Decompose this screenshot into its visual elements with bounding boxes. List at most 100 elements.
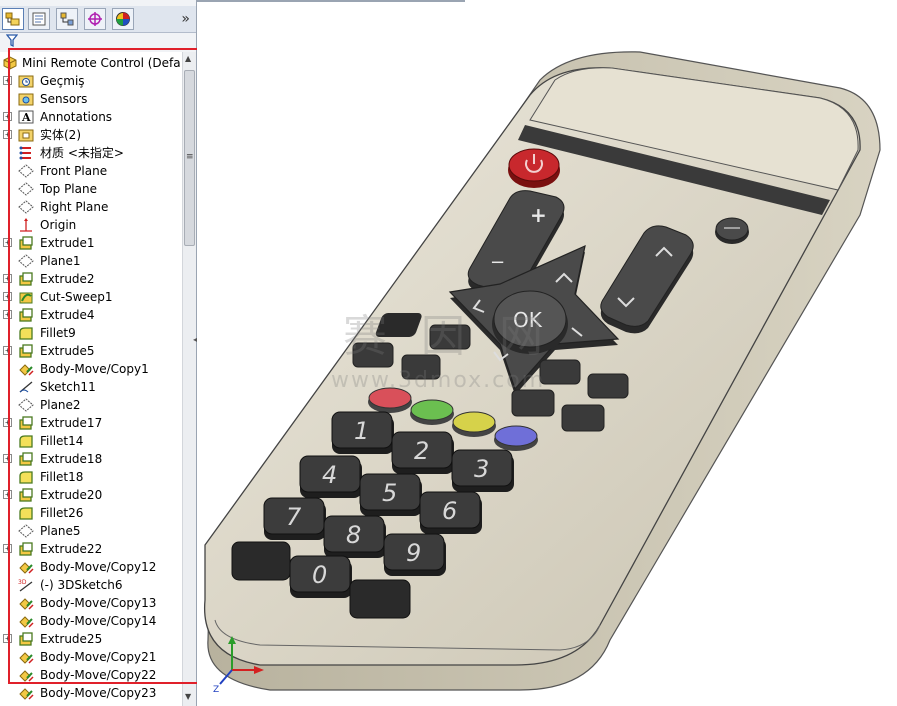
- tree-root-part[interactable]: Mini Remote Control (Defa: [0, 54, 182, 72]
- tree-item[interactable]: Fillet18: [0, 468, 182, 486]
- tree-item[interactable]: + Extrude20: [0, 486, 182, 504]
- tree-item[interactable]: Body-Move/Copy1: [0, 360, 182, 378]
- tree-item[interactable]: + Cut-Sweep1: [0, 288, 182, 306]
- svg-text:3D: 3D: [18, 579, 27, 586]
- tree-item[interactable]: 3D (-) 3DSketch6: [0, 576, 182, 594]
- tree-item[interactable]: Right Plane: [0, 198, 182, 216]
- expand-toggle-icon[interactable]: +: [3, 130, 12, 139]
- tree-item-label: Fillet9: [40, 326, 76, 340]
- mute-button[interactable]: [715, 217, 749, 244]
- expand-toggle-icon[interactable]: +: [3, 418, 12, 427]
- number-key[interactable]: 4: [299, 455, 362, 498]
- tree-item[interactable]: + 实体(2): [0, 126, 182, 144]
- number-key[interactable]: 1: [331, 411, 394, 454]
- extrude-icon: [19, 632, 33, 646]
- number-key[interactable]: 6: [419, 491, 482, 534]
- tree-item[interactable]: Body-Move/Copy12: [0, 558, 182, 576]
- tree-item[interactable]: Body-Move/Copy22: [0, 666, 182, 684]
- expand-toggle-icon[interactable]: +: [3, 490, 12, 499]
- tree-item-label: Body-Move/Copy1: [40, 362, 149, 376]
- tree-item-label: Fillet18: [40, 470, 84, 484]
- number-key[interactable]: 7: [263, 497, 326, 540]
- tree-item[interactable]: Fillet26: [0, 504, 182, 522]
- scroll-down-arrow-icon[interactable]: ▼: [185, 692, 191, 701]
- number-key[interactable]: 2: [391, 431, 454, 474]
- number-key-label: 5: [382, 479, 397, 507]
- number-key[interactable]: 3: [451, 449, 514, 492]
- number-key[interactable]: 8: [323, 515, 386, 558]
- tree-item[interactable]: + Extrude18: [0, 450, 182, 468]
- tree-item[interactable]: Sensors: [0, 90, 182, 108]
- tree-item[interactable]: + A Annotations: [0, 108, 182, 126]
- expand-toggle-icon[interactable]: +: [3, 346, 12, 355]
- extrude-icon: [19, 344, 33, 358]
- tree-item[interactable]: Plane5: [0, 522, 182, 540]
- tree-item[interactable]: 材质 <未指定>: [0, 144, 182, 162]
- tree-item[interactable]: Top Plane: [0, 180, 182, 198]
- tree-item-label: Sketch11: [40, 380, 96, 394]
- tree-scrollbar[interactable]: ▲ ≡ ▼: [182, 52, 196, 706]
- tree-item[interactable]: Fillet14: [0, 432, 182, 450]
- tree-item[interactable]: Origin: [0, 216, 182, 234]
- tab-feature-manager[interactable]: [2, 8, 24, 30]
- tree-item[interactable]: Plane2: [0, 396, 182, 414]
- svg-text:A: A: [21, 111, 31, 124]
- number-key[interactable]: 5: [359, 473, 422, 516]
- tree-item[interactable]: Front Plane: [0, 162, 182, 180]
- tree-item-label: Sensors: [40, 92, 88, 106]
- expand-toggle-icon[interactable]: +: [3, 292, 12, 301]
- expand-toggle-icon[interactable]: +: [3, 310, 12, 319]
- tree-item[interactable]: + Extrude4: [0, 306, 182, 324]
- plane-icon: [18, 164, 34, 178]
- watermark-url: www.3dmox.com: [331, 368, 546, 393]
- tree-item[interactable]: + Extrude1: [0, 234, 182, 252]
- graphics-viewport[interactable]: + − OK 1 2 3 4 5 6 7 8 9 0 赛 因 网 www.3dm…: [197, 0, 897, 706]
- expand-toggle-icon[interactable]: +: [3, 238, 12, 247]
- expand-toggle-icon[interactable]: +: [3, 274, 12, 283]
- power-button[interactable]: [508, 148, 560, 188]
- color-key[interactable]: [410, 399, 454, 425]
- color-key[interactable]: [452, 411, 496, 437]
- extrude-icon: [19, 452, 33, 466]
- color-key[interactable]: [494, 425, 538, 451]
- tree-item-label: Body-Move/Copy13: [40, 596, 157, 610]
- expand-tabs-button[interactable]: »: [181, 11, 190, 27]
- tree-item[interactable]: + Extrude25: [0, 630, 182, 648]
- funnel-icon[interactable]: [6, 34, 18, 48]
- tree-item[interactable]: + Extrude17: [0, 414, 182, 432]
- tab-dimxpert-manager[interactable]: [84, 8, 106, 30]
- tab-display-manager[interactable]: [112, 8, 134, 30]
- tree-item-label: Extrude17: [40, 416, 103, 430]
- tree-item[interactable]: + Extrude22: [0, 540, 182, 558]
- scroll-up-arrow-icon[interactable]: ▲: [185, 54, 191, 63]
- tree-item-label: Geçmiş: [40, 74, 85, 88]
- history-folder-icon: [18, 75, 34, 88]
- feature-manager-panel: » Mini Remote Control (Defa + Geçmiş Senso…: [0, 0, 197, 706]
- expand-toggle-icon[interactable]: +: [3, 76, 12, 85]
- tree-item[interactable]: Body-Move/Copy21: [0, 648, 182, 666]
- tab-configuration-manager[interactable]: [56, 8, 78, 30]
- number-key[interactable]: 9: [383, 533, 446, 576]
- part-icon: [3, 56, 17, 70]
- tab-property-manager[interactable]: [28, 8, 50, 30]
- expand-toggle-icon[interactable]: +: [3, 112, 12, 121]
- number-key[interactable]: 0: [289, 555, 352, 598]
- tree-item-label: 材质 <未指定>: [40, 146, 124, 160]
- volume-plus-label: +: [530, 203, 547, 227]
- tree-item[interactable]: Body-Move/Copy23: [0, 684, 182, 702]
- expand-toggle-icon[interactable]: +: [3, 454, 12, 463]
- tree-item[interactable]: Body-Move/Copy14: [0, 612, 182, 630]
- extrude-icon: [19, 272, 33, 286]
- solid-bodies-folder-icon: [18, 129, 34, 142]
- tree-item[interactable]: Plane1: [0, 252, 182, 270]
- tree-item[interactable]: + Geçmiş: [0, 72, 182, 90]
- expand-toggle-icon[interactable]: +: [3, 544, 12, 553]
- number-key-label: 9: [406, 539, 421, 567]
- tree-item[interactable]: Fillet9: [0, 324, 182, 342]
- plane-icon: [18, 524, 34, 538]
- tree-item[interactable]: Body-Move/Copy13: [0, 594, 182, 612]
- tree-item[interactable]: Sketch11: [0, 378, 182, 396]
- tree-item[interactable]: + Extrude5: [0, 342, 182, 360]
- expand-toggle-icon[interactable]: +: [3, 634, 12, 643]
- tree-item[interactable]: + Extrude2: [0, 270, 182, 288]
